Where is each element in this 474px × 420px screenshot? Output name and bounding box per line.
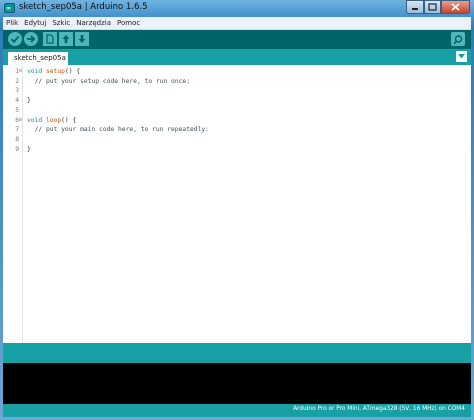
status-bar: Arduino Pro or Pro Mini, ATmega328 (5V, … xyxy=(3,404,471,417)
code-editor[interactable]: 1 2 3 4 5 6 7 8 9 ⊟ ⊟ void setup() { // put your s… xyxy=(3,65,471,343)
tab-menu-button[interactable] xyxy=(456,51,467,62)
code-line: } xyxy=(27,97,31,105)
tab-bar: sketch_sep05a xyxy=(3,49,471,65)
close-button[interactable] xyxy=(441,0,470,14)
menu-bar: Plik Edytuj Szkic Narzędzia Pomoc xyxy=(3,17,471,30)
tab-sketch[interactable]: sketch_sep05a xyxy=(8,52,68,65)
minimize-button[interactable] xyxy=(406,0,424,14)
line-number: 6 xyxy=(15,116,19,124)
line-number: 1 xyxy=(15,68,19,75)
maximize-button[interactable] xyxy=(424,0,441,14)
open-icon xyxy=(62,35,70,43)
triangle-down-icon xyxy=(458,54,465,59)
fold-marker-icon[interactable]: ⊟ xyxy=(19,68,24,74)
code-line: void loop() { xyxy=(27,117,76,124)
menu-edytuj[interactable]: Edytuj xyxy=(24,19,46,27)
line-number: 3 xyxy=(15,87,19,95)
minimize-icon xyxy=(412,8,418,10)
serial-monitor-button[interactable] xyxy=(451,32,465,46)
code-line: // put your setup code here, to run once… xyxy=(27,78,190,85)
toolbar xyxy=(3,30,471,49)
menu-szkic[interactable]: Szkic xyxy=(52,19,70,27)
menu-plik[interactable]: Plik xyxy=(6,19,18,27)
board-status: Arduino Pro or Pro Mini, ATmega328 (5V, … xyxy=(293,406,465,412)
save-icon xyxy=(78,35,86,43)
title-bar[interactable]: ∞ sketch_sep05a | Arduino 1.6.5 xyxy=(0,0,474,17)
fold-marker-icon[interactable]: ⊟ xyxy=(19,117,24,123)
upload-button[interactable] xyxy=(24,32,38,46)
code-text: () { xyxy=(61,116,77,124)
arduino-logo-icon: ∞ xyxy=(4,3,15,13)
upload-icon xyxy=(27,35,36,43)
open-button[interactable] xyxy=(59,32,73,46)
magnifier-icon xyxy=(453,35,463,45)
line-number: 4 xyxy=(15,97,19,105)
line-number: 5 xyxy=(15,106,19,114)
window-title: sketch_sep05a | Arduino 1.6.5 xyxy=(19,2,148,12)
menu-pomoc[interactable]: Pomoc xyxy=(117,19,140,27)
new-button[interactable] xyxy=(43,32,57,46)
new-icon xyxy=(46,34,54,44)
code-comment: // put your main code here, to run repea… xyxy=(27,126,209,134)
verify-button[interactable] xyxy=(8,32,22,46)
code-text: () { xyxy=(64,68,81,75)
verify-icon xyxy=(10,35,20,44)
close-icon xyxy=(451,3,460,11)
code-line: } xyxy=(27,145,31,153)
keyword: void xyxy=(27,68,43,75)
code-line: void setup() { xyxy=(27,68,80,75)
code-comment: // put your setup code here, to run once… xyxy=(27,77,191,85)
message-area xyxy=(3,343,471,363)
function-name: loop xyxy=(45,116,62,124)
line-gutter: 1 2 3 4 5 6 7 8 9 ⊟ ⊟ xyxy=(3,65,23,343)
code-line: // put your main code here, to run repea… xyxy=(27,126,209,133)
maximize-icon xyxy=(428,3,437,11)
function-name: setup xyxy=(45,68,65,75)
application-window: ∞ sketch_sep05a | Arduino 1.6.5 Plik Edy… xyxy=(0,0,474,420)
line-number: 8 xyxy=(15,135,19,143)
console-output[interactable] xyxy=(3,363,471,404)
menu-narzedzia[interactable]: Narzędzia xyxy=(76,19,111,27)
keyword: void xyxy=(27,116,43,124)
line-number: 2 xyxy=(15,77,19,85)
line-number: 7 xyxy=(15,126,19,134)
line-number: 9 xyxy=(15,145,19,153)
save-button[interactable] xyxy=(75,32,89,46)
